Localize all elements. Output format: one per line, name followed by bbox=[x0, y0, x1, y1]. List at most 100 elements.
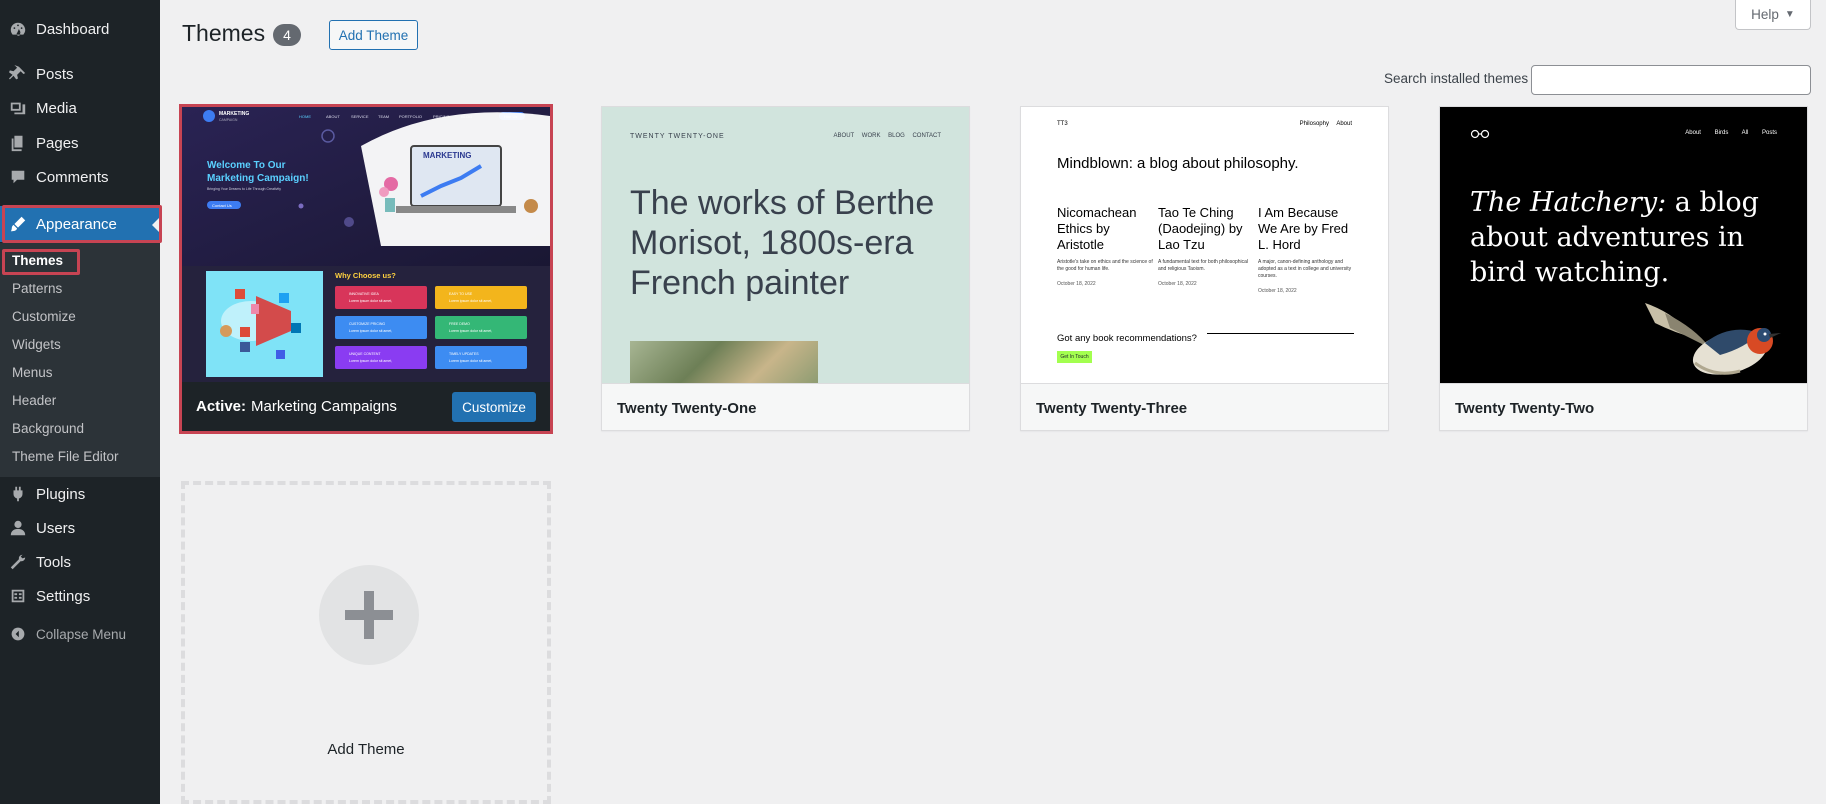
svg-text:TEAM: TEAM bbox=[378, 114, 389, 119]
plus-circle bbox=[319, 565, 419, 665]
svg-text:Why Choose us?: Why Choose us? bbox=[335, 271, 396, 280]
theme-screenshot: TT3 Philosophy About Mindblown: a blog a… bbox=[1021, 107, 1388, 383]
sidebar-item-label: Pages bbox=[36, 134, 79, 152]
svg-text:PORTFOLIO: PORTFOLIO bbox=[399, 114, 422, 119]
admin-sidebar: Dashboard Posts Media Pages Comments App… bbox=[0, 0, 160, 804]
marketing-preview-graphic: MARKETING CAMPAIGN HOME ABOUT SERVICE TE… bbox=[181, 106, 550, 382]
preview-post: Nicomachean Ethics by Aristotle Aristotl… bbox=[1057, 205, 1153, 287]
sidebar-item-plugins[interactable]: Plugins bbox=[0, 477, 160, 511]
sidebar-item-comments[interactable]: Comments bbox=[0, 160, 160, 194]
theme-name: Twenty Twenty-Three bbox=[1021, 383, 1388, 430]
wrench-icon bbox=[0, 553, 36, 571]
preview-button: Get In Touch bbox=[1057, 351, 1092, 363]
theme-card-twenty-twenty-three[interactable]: TT3 Philosophy About Mindblown: a blog a… bbox=[1020, 106, 1389, 431]
sidebar-item-label: Settings bbox=[36, 587, 91, 605]
sidebar-item-label: Users bbox=[36, 519, 76, 537]
svg-text:Lorem ipsum dolor sit amet,: Lorem ipsum dolor sit amet, bbox=[449, 299, 492, 303]
sidebar-item-appearance[interactable]: Appearance bbox=[0, 206, 160, 242]
sidebar-item-label: Plugins bbox=[36, 485, 86, 503]
svg-text:Lorem ipsum dolor sit amet,: Lorem ipsum dolor sit amet, bbox=[349, 359, 392, 363]
theme-card-twenty-twenty-two[interactable]: About Birds All Posts The Hatchery: a bl… bbox=[1439, 106, 1808, 431]
sidebar-item-users[interactable]: Users bbox=[0, 511, 160, 545]
dashboard-icon bbox=[0, 20, 36, 38]
submenu-item-customize[interactable]: Customize bbox=[12, 309, 76, 324]
theme-card-active[interactable]: MARKETING CAMPAIGN HOME ABOUT SERVICE TE… bbox=[181, 106, 550, 431]
preview-headline: The works of Berthe Morisot, 1800s-era F… bbox=[630, 184, 935, 302]
svg-text:EASY TO USE: EASY TO USE bbox=[449, 292, 473, 296]
add-theme-tile[interactable]: Add Theme bbox=[181, 481, 551, 804]
submenu-item-menus[interactable]: Menus bbox=[12, 365, 53, 380]
svg-text:SERVICE: SERVICE bbox=[351, 114, 369, 119]
submenu-item-theme-file-editor[interactable]: Theme File Editor bbox=[12, 449, 119, 464]
preview-post: Tao Te Ching (Daodejing) by Lao Tzu A fu… bbox=[1158, 205, 1249, 287]
submenu-item-widgets[interactable]: Widgets bbox=[12, 337, 61, 352]
add-theme-button[interactable]: Add Theme bbox=[329, 20, 418, 50]
theme-count-badge: 4 bbox=[273, 24, 301, 46]
theme-name-bar: Active: Marketing Campaigns Customize bbox=[181, 382, 550, 431]
add-theme-label: Add Theme bbox=[327, 741, 405, 758]
comment-icon bbox=[0, 168, 36, 186]
svg-text:HOME: HOME bbox=[299, 114, 311, 119]
collapse-menu-label: Collapse Menu bbox=[36, 626, 127, 642]
sidebar-item-label: Dashboard bbox=[36, 20, 110, 38]
sidebar-item-tools[interactable]: Tools bbox=[0, 545, 160, 579]
customize-button[interactable]: Customize bbox=[452, 392, 536, 422]
caret-down-icon: ▼ bbox=[1784, 9, 1795, 20]
pin-icon bbox=[0, 65, 36, 83]
sidebar-item-media[interactable]: Media bbox=[0, 91, 160, 125]
svg-text:Lorem ipsum dolor sit amet,: Lorem ipsum dolor sit amet, bbox=[349, 299, 392, 303]
sidebar-item-label: Comments bbox=[36, 168, 109, 186]
theme-card-twenty-twenty-one[interactable]: TWENTY TWENTY-ONE ABOUT WORK BLOG CONTAC… bbox=[601, 106, 970, 431]
help-button[interactable]: Help ▼ bbox=[1735, 0, 1811, 30]
search-input[interactable] bbox=[1531, 65, 1811, 95]
theme-screenshot: About Birds All Posts The Hatchery: a bl… bbox=[1440, 107, 1807, 383]
sidebar-item-pages[interactable]: Pages bbox=[0, 126, 160, 160]
search-label: Search installed themes bbox=[1384, 71, 1529, 86]
svg-text:MARKETING: MARKETING bbox=[423, 151, 471, 160]
theme-screenshot: MARKETING CAMPAIGN HOME ABOUT SERVICE TE… bbox=[181, 106, 550, 382]
preview-question: Got any book recommendations? bbox=[1057, 333, 1197, 344]
help-label: Help bbox=[1751, 7, 1779, 22]
svg-text:CUSTOMIZE PRICING: CUSTOMIZE PRICING bbox=[349, 322, 385, 326]
settings-icon bbox=[0, 587, 36, 605]
brush-icon bbox=[0, 215, 36, 233]
sidebar-item-label: Tools bbox=[36, 553, 72, 571]
preview-site-title: TWENTY TWENTY-ONE bbox=[630, 133, 725, 140]
preview-nav: Philosophy About bbox=[1299, 121, 1352, 127]
collapse-menu-button[interactable]: Collapse Menu bbox=[0, 619, 160, 649]
svg-text:UNIQUE CONTENT: UNIQUE CONTENT bbox=[349, 352, 381, 356]
preview-tagline: Mindblown: a blog about philosophy. bbox=[1057, 155, 1299, 172]
svg-text:Welcome To Our: Welcome To Our bbox=[207, 160, 286, 171]
theme-name: Twenty Twenty-Two bbox=[1440, 383, 1807, 430]
active-prefix: Active: bbox=[196, 398, 247, 415]
plus-icon bbox=[345, 591, 393, 639]
pages-icon bbox=[0, 134, 36, 152]
svg-text:Lorem ipsum dolor sit amet,: Lorem ipsum dolor sit amet, bbox=[449, 359, 492, 363]
plug-icon bbox=[0, 485, 36, 503]
preview-nav: ABOUT WORK BLOG CONTACT bbox=[833, 133, 941, 139]
svg-text:Lorem ipsum dolor sit amet,: Lorem ipsum dolor sit amet, bbox=[349, 329, 392, 333]
sidebar-item-settings[interactable]: Settings bbox=[0, 579, 160, 613]
submenu-item-background[interactable]: Background bbox=[12, 421, 84, 436]
submenu-item-header[interactable]: Header bbox=[12, 393, 56, 408]
bird-illustration bbox=[1645, 303, 1781, 375]
preview-divider bbox=[1207, 333, 1354, 334]
svg-text:TIMELY UPDATES: TIMELY UPDATES bbox=[449, 352, 479, 356]
sidebar-item-label: Posts bbox=[36, 65, 74, 83]
current-menu-arrow bbox=[152, 217, 160, 233]
submenu-item-themes[interactable]: Themes bbox=[12, 253, 63, 268]
svg-text:Lorem ipsum dolor sit amet,: Lorem ipsum dolor sit amet, bbox=[449, 329, 492, 333]
svg-text:Marketing Campaign!: Marketing Campaign! bbox=[207, 173, 309, 184]
appearance-submenu: Themes Patterns Customize Widgets Menus … bbox=[0, 243, 160, 477]
svg-text:CAMPAIGN: CAMPAIGN bbox=[219, 118, 238, 122]
preview-headline: The Hatchery: a blog about adventures in… bbox=[1470, 187, 1759, 288]
binoculars-logo-icon bbox=[1470, 129, 1490, 139]
sidebar-item-posts[interactable]: Posts bbox=[0, 57, 160, 91]
svg-text:Bringing Your Dreams to Life T: Bringing Your Dreams to Life Through Cre… bbox=[207, 187, 281, 191]
theme-screenshot: TWENTY TWENTY-ONE ABOUT WORK BLOG CONTAC… bbox=[602, 107, 969, 383]
theme-name: Twenty Twenty-One bbox=[602, 383, 969, 430]
submenu-item-patterns[interactable]: Patterns bbox=[12, 281, 62, 296]
svg-text:INNOVATIVE IDEA: INNOVATIVE IDEA bbox=[349, 292, 379, 296]
collapse-arrow-icon bbox=[0, 626, 36, 642]
sidebar-item-dashboard[interactable]: Dashboard bbox=[0, 12, 160, 46]
